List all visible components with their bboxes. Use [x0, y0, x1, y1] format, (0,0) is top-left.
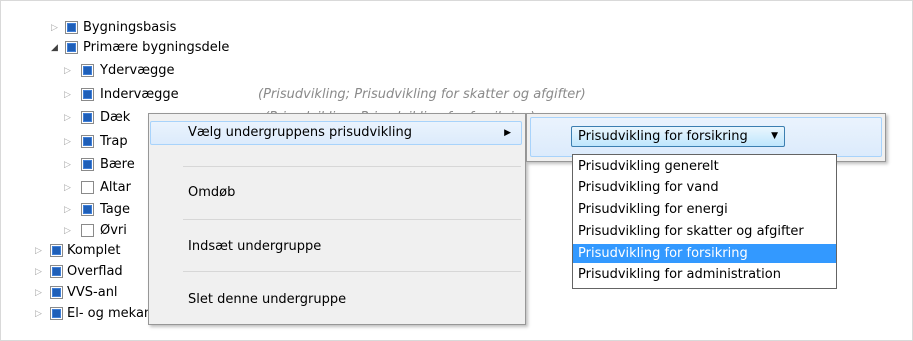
triangle-down-icon[interactable]: ▼	[771, 127, 778, 146]
context-menu: Vælg undergruppens prisudvikling ▶ Omdøb…	[148, 113, 526, 325]
menu-item-label: Omdøb	[188, 185, 236, 200]
checkbox[interactable]	[81, 135, 94, 148]
price-development-combo[interactable]: Prisudvikling for forsikring ▼	[571, 126, 785, 147]
checkbox[interactable]	[65, 41, 78, 54]
tree-label: Dæk	[100, 110, 131, 125]
checkbox[interactable]	[50, 244, 63, 257]
menu-item-choose-price-development[interactable]: Vælg undergruppens prisudvikling ▶	[150, 121, 522, 145]
tree-label: Altar	[100, 180, 131, 195]
triangle-right-icon: ▶	[504, 128, 511, 138]
checkbox[interactable]	[81, 111, 94, 124]
menu-separator	[183, 219, 521, 220]
tree-label: Bære	[100, 157, 135, 172]
dropdown-option[interactable]: Prisudvikling for administration	[573, 265, 836, 284]
menu-item-insert-subgroup[interactable]: Indsæt undergruppe	[150, 235, 522, 259]
checkbox[interactable]	[81, 88, 94, 101]
tree-label: VVS-anl	[67, 285, 118, 300]
menu-separator	[183, 166, 521, 167]
tree-row-indervaegge[interactable]: ▷ Indervægge (Prisudvikling; Prisudvikli…	[64, 85, 684, 105]
expand-icon[interactable]: ▷	[64, 108, 74, 128]
checkbox[interactable]	[81, 203, 94, 216]
tree-label: Trap	[100, 134, 128, 149]
dropdown-option[interactable]: Prisudvikling for vand	[573, 178, 836, 197]
expand-icon[interactable]: ▷	[64, 178, 74, 198]
checkbox[interactable]	[50, 307, 63, 320]
menu-item-label: Slet denne undergruppe	[188, 292, 347, 307]
dropdown-option[interactable]: Prisudvikling for skatter og afgifter	[573, 222, 836, 241]
combo-value: Prisudvikling for forsikring	[578, 129, 748, 144]
tree-label: Komplet	[67, 243, 121, 258]
tree-label: Indervægge	[100, 87, 179, 102]
tree-row-primaere-bygningsdele[interactable]: ◢ Primære bygningsdele	[51, 38, 551, 58]
checkbox[interactable]	[81, 64, 94, 77]
dropdown-option[interactable]: Prisudvikling generelt	[573, 157, 836, 176]
price-development-dropdown-list: Prisudvikling generelt Prisudvikling for…	[572, 154, 837, 289]
checkbox[interactable]	[81, 158, 94, 171]
expand-icon[interactable]: ▷	[64, 200, 74, 220]
menu-item-label: Vælg undergruppens prisudvikling	[188, 125, 413, 140]
expand-icon[interactable]: ▷	[35, 304, 45, 324]
menu-item-label: Indsæt undergruppe	[188, 239, 322, 254]
expand-icon[interactable]: ▷	[51, 18, 61, 38]
expand-icon[interactable]: ▷	[64, 61, 74, 81]
expand-icon[interactable]: ▷	[64, 132, 74, 152]
expand-icon[interactable]: ▷	[35, 241, 45, 261]
tree-label: Øvri	[100, 223, 127, 238]
tree-label: Ydervægge	[100, 63, 175, 78]
checkbox[interactable]	[50, 265, 63, 278]
expand-icon[interactable]: ▷	[35, 262, 45, 282]
expand-icon[interactable]: ▷	[64, 221, 74, 241]
tree-label: Primære bygningsdele	[83, 40, 230, 55]
dropdown-option[interactable]: Prisudvikling for energi	[573, 200, 836, 219]
checkbox[interactable]	[65, 21, 78, 34]
expand-icon[interactable]: ▷	[35, 283, 45, 303]
tree-label: Tage	[100, 202, 131, 217]
checkbox[interactable]	[81, 224, 94, 237]
tree-row-ydervaegge[interactable]: ▷ Ydervægge	[64, 61, 564, 81]
expand-icon[interactable]: ▷	[64, 155, 74, 175]
checkbox[interactable]	[50, 286, 63, 299]
tree-label: Bygningsbasis	[83, 20, 177, 35]
tree-label: Overflad	[67, 264, 123, 279]
menu-separator	[183, 271, 521, 272]
price-development-hint: (Prisudvikling; Prisudvikling for skatte…	[258, 87, 586, 102]
dropdown-option-selected[interactable]: Prisudvikling for forsikring	[573, 244, 836, 263]
checkbox[interactable]	[81, 181, 94, 194]
collapse-icon[interactable]: ◢	[51, 38, 61, 58]
tree-row-bygningsbasis[interactable]: ▷ Bygningsbasis	[51, 18, 551, 38]
expand-icon[interactable]: ▷	[64, 85, 74, 105]
menu-item-rename[interactable]: Omdøb	[150, 181, 522, 205]
menu-item-delete-subgroup[interactable]: Slet denne undergruppe	[150, 288, 522, 312]
